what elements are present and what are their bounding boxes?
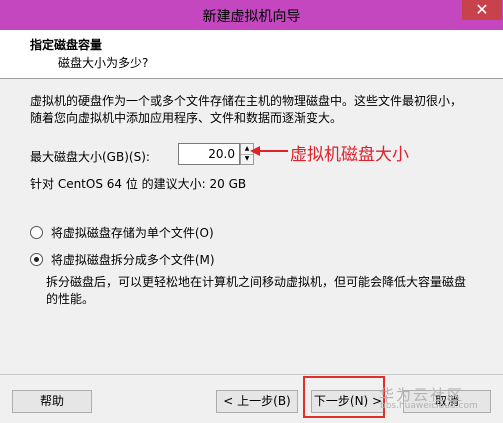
radio-multi-label: 将虚拟磁盘拆分成多个文件(M) xyxy=(50,253,215,267)
title-bar: 新建虚拟机向导 ✕ xyxy=(0,0,503,30)
page-subtitle: 磁盘大小为多少? xyxy=(58,56,149,70)
radio-button-checked[interactable] xyxy=(30,253,43,266)
annotation-arrow-icon xyxy=(250,146,288,156)
radio-single-label: 将虚拟磁盘存储为单个文件(O) xyxy=(50,226,214,240)
page-title: 指定磁盘容量 xyxy=(30,38,103,52)
max-size-input[interactable]: 20.0 xyxy=(178,143,240,165)
max-size-label: 最大磁盘大小(GB)(S): xyxy=(30,150,150,164)
wizard-header: 指定磁盘容量 磁盘大小为多少? xyxy=(0,30,503,79)
close-icon[interactable]: ✕ xyxy=(462,0,502,20)
help-button[interactable]: 帮助 xyxy=(12,390,92,413)
next-highlight-box xyxy=(303,376,385,418)
split-note: 拆分磁盘后，可以更轻松地在计算机之间移动虚拟机，但可能会降低大容量磁盘的性能。 xyxy=(46,275,467,306)
description-text: 虚拟机的硬盘作为一个或多个文件存储在主机的物理磁盘中。这些文件最初很小，随着您向… xyxy=(30,94,463,125)
window-title: 新建虚拟机向导 xyxy=(202,9,301,25)
watermark-url: bbs.huaweicloud.com xyxy=(380,401,478,411)
recommended-size: 针对 CentOS 64 位 的建议大小: 20 GB xyxy=(30,177,247,191)
radio-single-file[interactable]: 将虚拟磁盘存储为单个文件(O) xyxy=(30,224,214,241)
radio-multi-file[interactable]: 将虚拟磁盘拆分成多个文件(M) xyxy=(30,251,215,268)
radio-button[interactable] xyxy=(30,226,43,239)
max-size-value: 20.0 xyxy=(208,147,235,161)
back-button[interactable]: < 上一步(B) xyxy=(216,390,298,413)
wizard-content: 虚拟机的硬盘作为一个或多个文件存储在主机的物理磁盘中。这些文件最初很小，随着您向… xyxy=(0,79,503,374)
annotation-label: 虚拟机磁盘大小 xyxy=(290,145,409,165)
